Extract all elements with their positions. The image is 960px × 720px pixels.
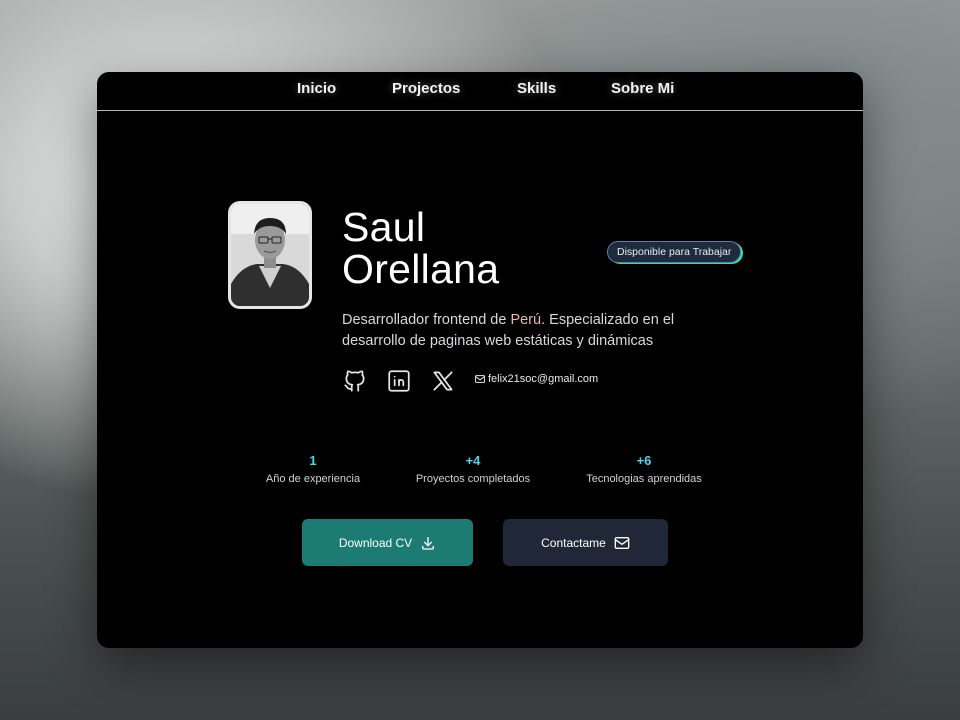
stat-projects: +4 Proyectos completados: [393, 453, 553, 487]
nav-skills[interactable]: Skills: [517, 80, 556, 97]
linkedin-icon[interactable]: [386, 368, 412, 394]
name-first: Saul: [342, 204, 426, 250]
stat-technologies: +6 Tecnologias aprendidas: [564, 453, 724, 487]
x-icon[interactable]: [430, 368, 456, 394]
nav-sobre-mi[interactable]: Sobre Mi: [611, 80, 674, 97]
nav-inicio[interactable]: Inicio: [297, 80, 336, 97]
bio-text: Desarrollador frontend de Perú. Especial…: [342, 310, 722, 352]
stat-label: Proyectos completados: [415, 473, 531, 485]
email-link[interactable]: felix21soc@gmail.com: [474, 373, 599, 385]
contact-button[interactable]: Contactame: [503, 519, 668, 566]
mail-icon: [614, 536, 630, 549]
stat-label: Año de experiencia: [265, 473, 361, 485]
download-cv-button[interactable]: Download CV: [302, 519, 473, 566]
download-cv-label: Download CV: [338, 535, 413, 550]
stat-label: Tecnologias aprendidas: [586, 473, 702, 485]
profile-photo: [231, 204, 309, 306]
github-icon[interactable]: [342, 368, 368, 394]
stat-experience: 1 Año de experiencia: [233, 453, 393, 487]
availability-badge: Disponible para Trabajar: [607, 241, 742, 263]
mail-icon: [474, 375, 486, 383]
top-nav: Inicio Projectos Skills Sobre Mi: [97, 72, 863, 111]
avatar: [228, 201, 312, 309]
download-icon: [422, 536, 435, 550]
contact-label: Contactame: [541, 535, 606, 550]
portfolio-window: Inicio Projectos Skills Sobre Mi Saul Or…: [97, 72, 863, 648]
stat-value: +6: [636, 453, 652, 468]
bio-part1: Desarrollador frontend de: [342, 312, 511, 328]
bio-country: Perú: [510, 312, 542, 328]
stat-value: +4: [465, 453, 481, 468]
nav-projectos[interactable]: Projectos: [392, 80, 460, 97]
profile-name: Saul Orellana: [342, 206, 499, 290]
name-last: Orellana: [342, 246, 500, 292]
email-text: felix21soc@gmail.com: [488, 373, 599, 385]
stat-value: 1: [309, 453, 317, 468]
